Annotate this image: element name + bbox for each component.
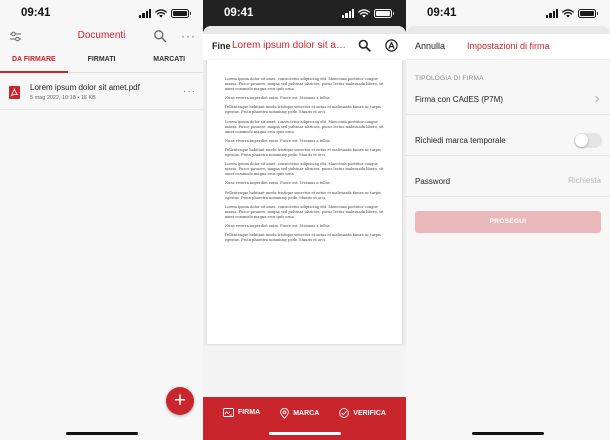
status-bar: 09:41: [0, 0, 203, 26]
screens: 09:41 Documenti ··· DA FIRMARE FIRMATI M…: [0, 0, 610, 440]
verify-badge-icon: [339, 408, 350, 418]
page-paragraph: Pellentesque habitant morbi tristique se…: [225, 147, 381, 157]
status-icons: [139, 8, 191, 18]
verify-button[interactable]: VERIFICA: [339, 408, 386, 418]
page-title: Documenti: [77, 30, 126, 41]
home-indicator: [472, 432, 544, 435]
add-document-button[interactable]: +: [166, 387, 194, 415]
pdf-file-icon: [9, 86, 20, 99]
home-indicator: [65, 432, 138, 435]
page-paragraph: Pellentesque habitant morbi tristique se…: [225, 105, 381, 115]
page-paragraph: Nunc viverra imperdiet enim. Fusce est. …: [225, 96, 331, 101]
pdf-page: Lorem ipsum dolor sit amet, consectetur …: [207, 60, 402, 344]
verify-label: VERIFICA: [353, 409, 386, 417]
toggle-knob: [575, 134, 588, 147]
documents-screen: 09:41 Documenti ··· DA FIRMARE FIRMATI M…: [0, 0, 203, 440]
wifi-icon: [562, 8, 574, 17]
timestamp-toggle[interactable]: [574, 133, 602, 148]
sign-label: FIRMA: [238, 409, 261, 416]
file-meta: 5 mag 2022, 10:18 • 16 KB: [30, 95, 96, 101]
tab-marcati[interactable]: MARCATI: [135, 52, 203, 72]
wifi-icon: [358, 8, 370, 17]
pdf-viewer[interactable]: Lorem ipsum dolor sit amet, consectetur …: [203, 60, 406, 346]
signal-icon: [546, 8, 558, 18]
page-title: Impostazioni di firma: [467, 41, 550, 51]
search-icon[interactable]: [153, 29, 167, 43]
page-paragraph: Pellentesque habitant morbi tristique se…: [225, 190, 381, 200]
page-paragraph: Lorem ipsum dolor sit amet, consectetur …: [225, 204, 384, 219]
documents-nav-bar: Documenti ···: [0, 26, 203, 46]
page-paragraph: Lorem ipsum dolor sit amet, consectetur …: [225, 162, 384, 177]
search-icon[interactable]: [358, 39, 371, 52]
sign-button[interactable]: FIRMA: [223, 408, 260, 417]
password-row: Password: [406, 167, 610, 197]
battery-icon: [578, 8, 598, 18]
battery-icon: [374, 8, 394, 18]
timestamp-label: Richiedi marca temporale: [415, 136, 506, 145]
stamp-button[interactable]: MARCA: [280, 408, 319, 419]
status-time: 09:41: [427, 7, 457, 19]
file-name: Lorem ipsum dolor sit amet.pdf: [30, 83, 140, 92]
status-bar: 09:41: [406, 0, 610, 26]
viewer-screen: 09:41 Fine Lorem ipsum dolor sit amet.pd…: [203, 0, 406, 440]
section-label: TIPOLOGIA DI FIRMA: [415, 75, 484, 82]
battery-icon: [171, 8, 191, 18]
signal-icon: [342, 8, 354, 18]
cancel-button[interactable]: Annulla: [415, 41, 445, 51]
more-options-icon[interactable]: ···: [181, 29, 196, 43]
viewer-background: [203, 346, 406, 397]
status-time: 09:41: [224, 7, 254, 19]
page-paragraph: Nunc viverra imperdiet enim. Fusce est. …: [225, 181, 331, 186]
page-paragraph: Lorem ipsum dolor sit amet, consectetur …: [225, 77, 384, 91]
home-indicator: [268, 432, 341, 435]
chevron-right-icon: [595, 95, 600, 103]
page-paragraph: Pellentesque habitant morbi tristique se…: [225, 233, 381, 243]
signature-icon: [223, 408, 234, 417]
signature-type-label: Firma con CAdES (P7M): [415, 95, 504, 104]
tab-da-firmare[interactable]: DA FIRMARE: [0, 52, 68, 73]
done-button[interactable]: Fine: [212, 41, 231, 51]
status-bar: 09:41: [203, 0, 406, 26]
page-paragraph: Nunc viverra imperdiet enim. Fusce est. …: [225, 223, 331, 228]
location-pin-icon: [280, 408, 290, 419]
list-item[interactable]: Lorem ipsum dolor sit amet.pdf 5 mag 202…: [0, 73, 203, 110]
continue-button[interactable]: PROSEGUI: [415, 211, 601, 233]
settings-nav-bar: Annulla Impostazioni di firma: [406, 34, 610, 60]
sheet-edge: [406, 26, 610, 34]
page-paragraph: Lorem ipsum dolor sit amet, consectetur …: [225, 119, 384, 134]
document-title: Lorem ipsum dolor sit amet.pdf: [232, 40, 350, 51]
status-icons: [546, 8, 598, 18]
annotate-icon[interactable]: [385, 39, 398, 52]
password-field[interactable]: [521, 176, 601, 185]
sheet-edge: [203, 26, 406, 34]
wifi-icon: [155, 8, 167, 17]
status-icons: [342, 8, 394, 18]
signature-settings-screen: 09:41 Annulla Impostazioni di firma TIPO…: [406, 0, 610, 440]
page-paragraph: Nunc viverra imperdiet enim. Fusce est. …: [225, 138, 331, 143]
viewer-nav-bar: Fine Lorem ipsum dolor sit amet.pdf: [203, 34, 406, 60]
tab-firmati[interactable]: FIRMATI: [68, 52, 136, 72]
signal-icon: [139, 8, 151, 18]
status-time: 09:41: [21, 7, 51, 19]
password-label: Password: [415, 177, 451, 186]
stamp-label: MARCA: [293, 410, 320, 417]
signature-type-row[interactable]: Firma con CAdES (P7M): [406, 85, 610, 115]
timestamp-row: Richiedi marca temporale: [406, 126, 610, 156]
document-tabs: DA FIRMARE FIRMATI MARCATI: [0, 52, 203, 73]
file-more-options-icon[interactable]: ···: [183, 86, 196, 97]
